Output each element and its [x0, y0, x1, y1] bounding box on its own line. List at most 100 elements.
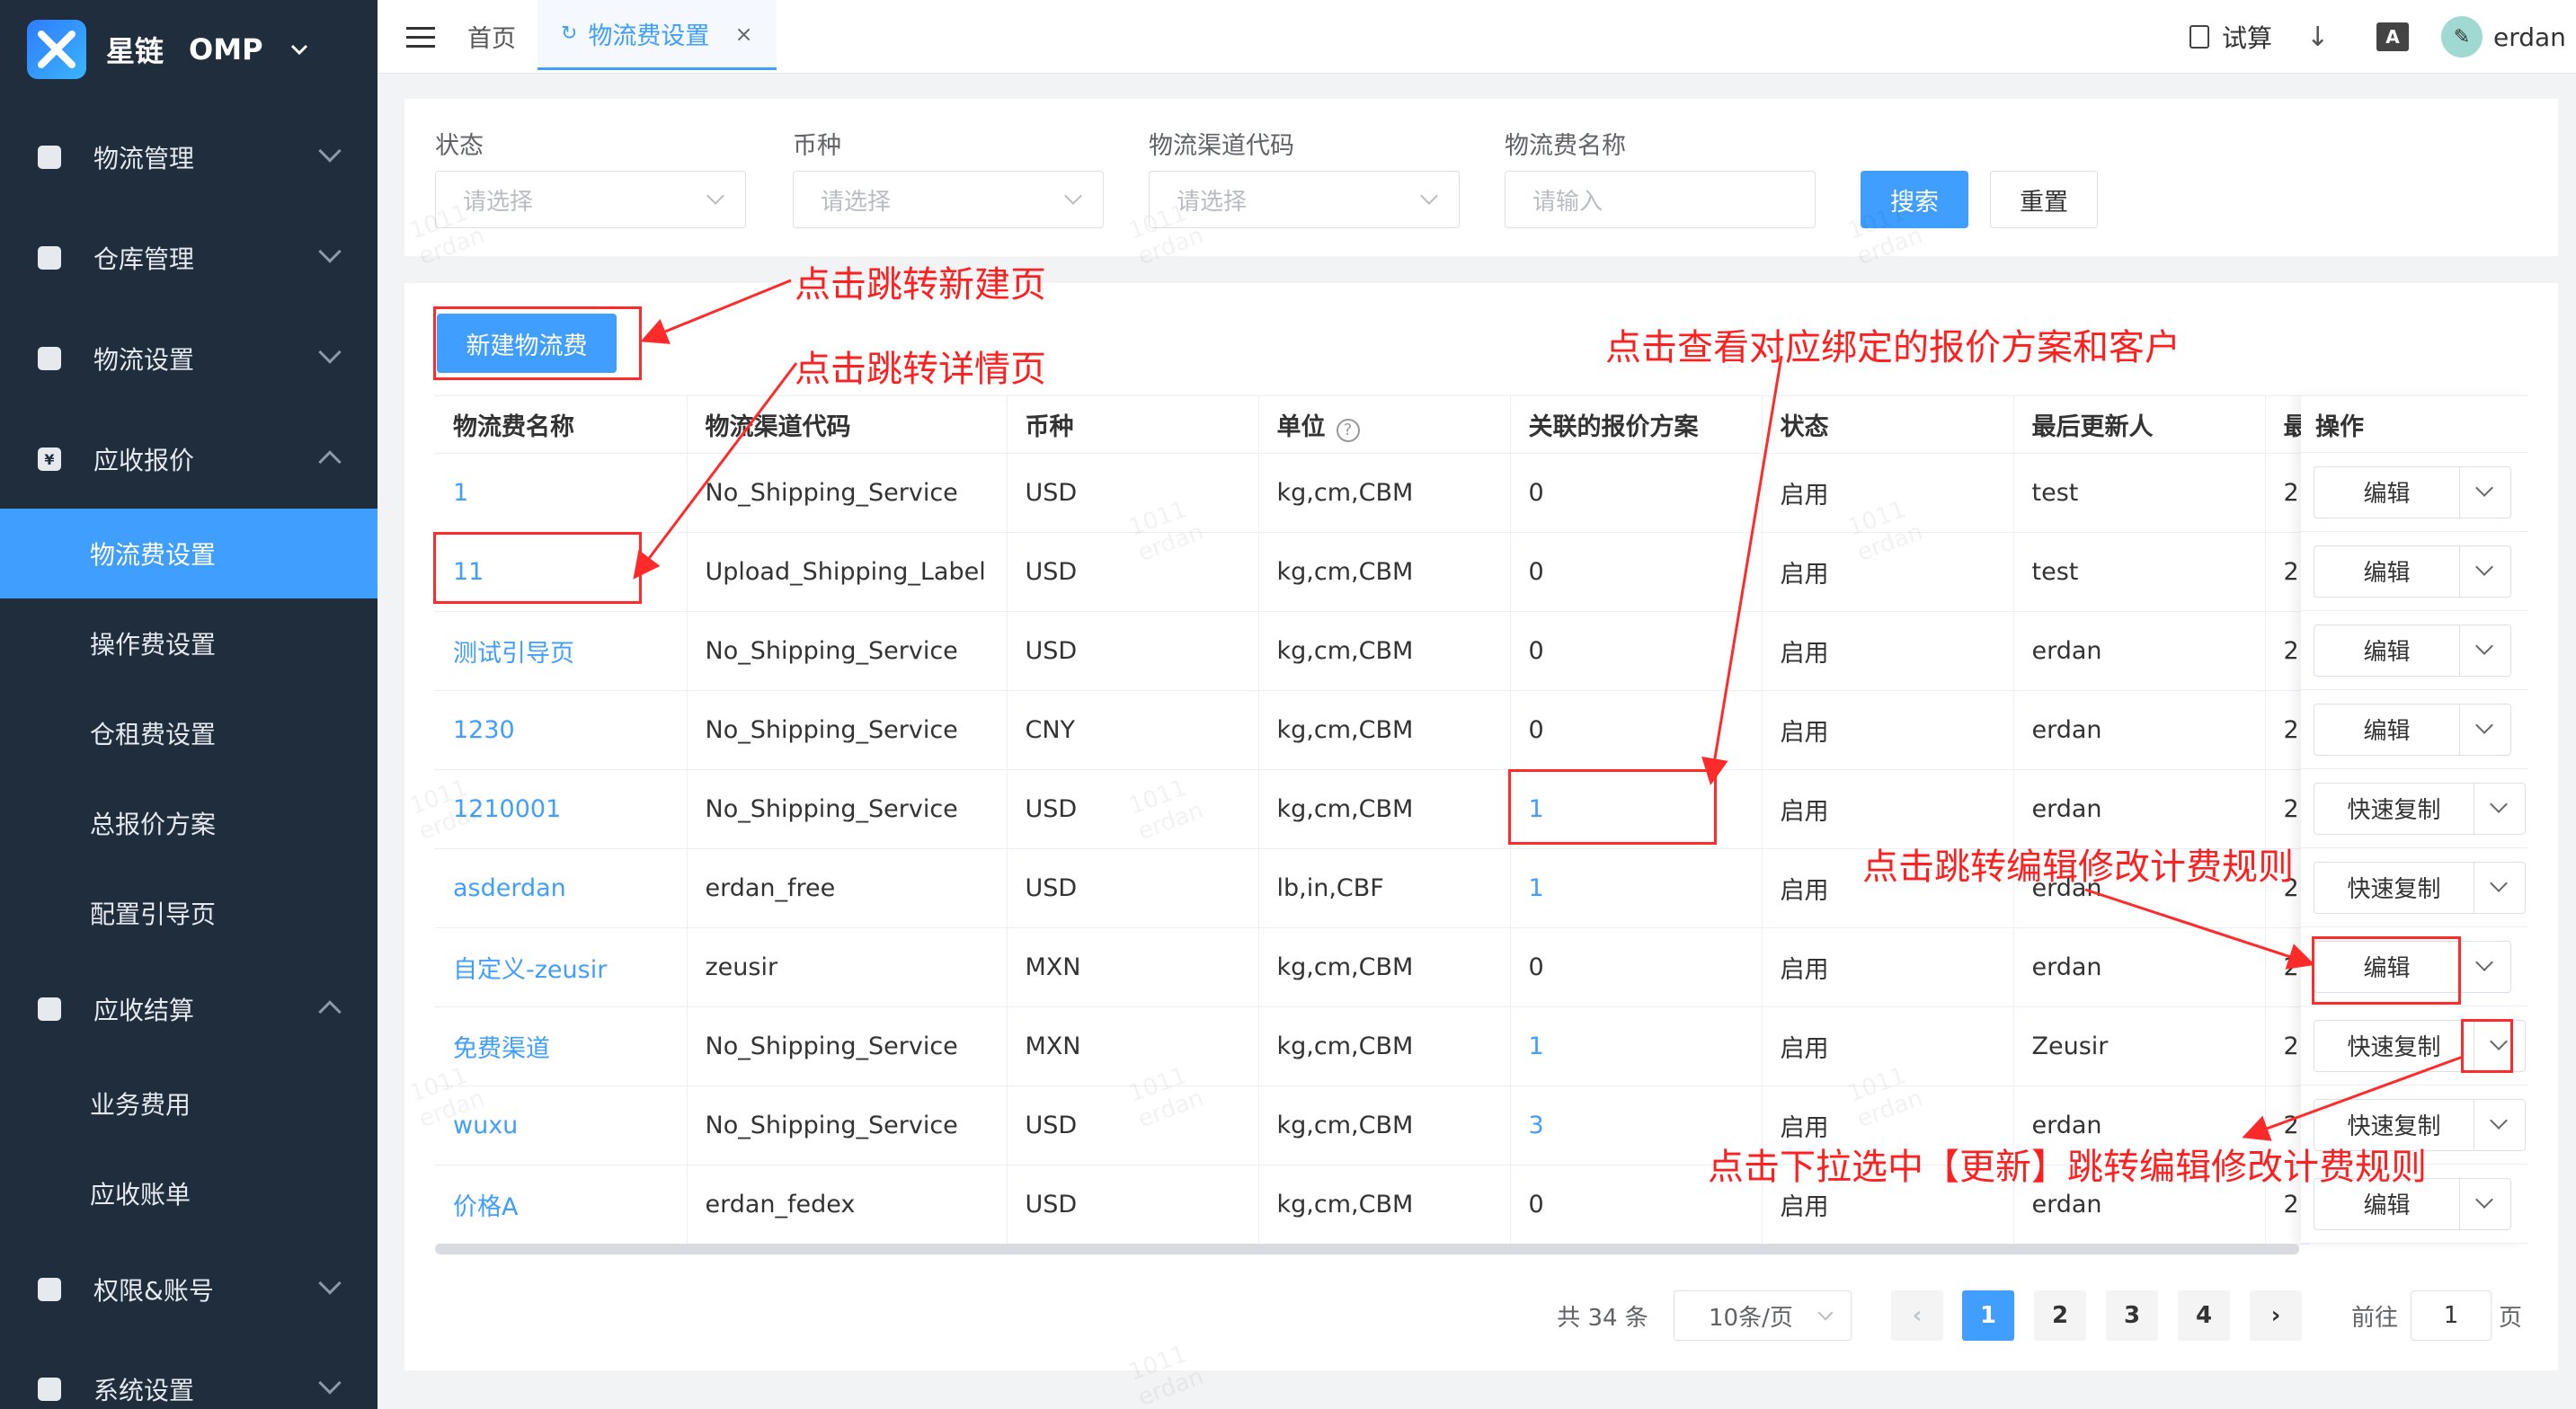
- horizontal-scrollbar[interactable]: [435, 1244, 2299, 1254]
- sidebar-item-logistics-fee[interactable]: 物流费设置: [0, 509, 378, 598]
- action-split-button[interactable]: 编辑: [2314, 545, 2511, 598]
- menu-label: 仓库管理: [93, 244, 195, 274]
- sidebar-item-storage-fee[interactable]: 仓租费设置: [0, 688, 378, 778]
- cell-fee-name[interactable]: 价格A: [435, 1165, 688, 1245]
- page-3-button[interactable]: 3: [2106, 1290, 2158, 1341]
- chevron-down-icon[interactable]: [2460, 942, 2510, 992]
- col-currency[interactable]: 币种: [1007, 395, 1259, 454]
- page-2-button[interactable]: 2: [2034, 1290, 2086, 1341]
- col-plans[interactable]: 关联的报价方案: [1510, 395, 1763, 454]
- annotation-edit-rules: 点击跳转编辑修改计费规则: [1862, 846, 2294, 888]
- close-icon[interactable]: ×: [734, 22, 752, 47]
- fee-name-input[interactable]: 请输入: [1505, 171, 1816, 228]
- menu-logistics[interactable]: 物流管理: [0, 112, 378, 202]
- cell-updater: test: [2013, 532, 2266, 612]
- page-1-button[interactable]: 1: [1962, 1290, 2014, 1341]
- menu-receivable-quote[interactable]: ¥ 应收报价: [0, 414, 378, 504]
- cell-fee-name[interactable]: 1: [435, 453, 688, 533]
- col-updater[interactable]: 最后更新人: [2013, 395, 2266, 454]
- cell-fee-name[interactable]: 测试引导页: [435, 611, 688, 691]
- sidebar-item-receivable-bill[interactable]: 应收账单: [0, 1148, 378, 1238]
- action-button[interactable]: 编辑: [2314, 704, 2460, 755]
- page-suffix: 页: [2498, 1304, 2522, 1332]
- currency-select[interactable]: 请选择: [793, 171, 1104, 228]
- highlight-edit-button: [2312, 936, 2461, 1005]
- action-button[interactable]: 快速复制: [2314, 783, 2474, 834]
- action-button[interactable]: 编辑: [2314, 545, 2460, 597]
- cell-currency: MXN: [1007, 927, 1259, 1007]
- chevron-down-icon: [318, 341, 342, 364]
- sidebar-item-business-fee[interactable]: 业务费用: [0, 1059, 378, 1148]
- col-channel[interactable]: 物流渠道代码: [687, 395, 1008, 454]
- refresh-icon: ↻: [561, 22, 578, 45]
- help-icon[interactable]: ?: [1336, 419, 1360, 442]
- tab-label: 首页: [467, 24, 516, 53]
- action-split-button[interactable]: 快速复制: [2314, 861, 2526, 914]
- cell-currency: CNY: [1007, 690, 1259, 770]
- menu-logistics-settings[interactable]: 物流设置: [0, 314, 378, 403]
- tab-logistics-fee[interactable]: ↻ 物流费设置 ×: [537, 0, 777, 70]
- brand[interactable]: 星链 OMP: [0, 0, 378, 99]
- col-unit[interactable]: 单位?: [1258, 395, 1511, 454]
- sidebar-item-total-plan[interactable]: 总报价方案: [0, 778, 378, 868]
- avatar: ✎: [2441, 16, 2483, 58]
- cell-plans: 0: [1510, 611, 1763, 691]
- prev-page-button[interactable]: ‹: [1891, 1290, 1943, 1341]
- cell-fee-name[interactable]: 自定义-zeusir: [435, 927, 688, 1007]
- action-button[interactable]: 快速复制: [2314, 1020, 2474, 1071]
- tab-home[interactable]: 首页: [467, 0, 516, 72]
- cell-currency: USD: [1007, 1165, 1259, 1245]
- action-button[interactable]: 编辑: [2314, 625, 2460, 676]
- chevron-down-icon[interactable]: [2460, 625, 2510, 676]
- chevron-down-icon[interactable]: [2474, 784, 2525, 834]
- reset-button[interactable]: 重置: [1990, 171, 2098, 228]
- menu-toggle-icon[interactable]: [406, 27, 435, 49]
- sidebar-item-operation-fee[interactable]: 操作费设置: [0, 598, 378, 688]
- menu-warehouse[interactable]: 仓库管理: [0, 213, 378, 303]
- page-size-select[interactable]: 10条/页: [1674, 1290, 1852, 1341]
- cell-unit: kg,cm,CBM: [1258, 769, 1511, 849]
- chevron-down-icon[interactable]: [2474, 863, 2525, 913]
- action-split-button[interactable]: 编辑: [2314, 703, 2511, 756]
- calc-button[interactable]: 试算: [2190, 0, 2272, 74]
- cell-unit: kg,cm,CBM: [1258, 532, 1511, 612]
- cell-unit: kg,cm,CBM: [1258, 927, 1511, 1007]
- chevron-down-icon[interactable]: [2474, 1100, 2525, 1150]
- menu-label: 应收报价: [93, 446, 195, 475]
- action-button[interactable]: 快速复制: [2314, 862, 2474, 913]
- action-split-button[interactable]: 快速复制: [2314, 782, 2526, 835]
- chevron-down-icon[interactable]: [2460, 467, 2510, 518]
- download-icon[interactable]: ↓: [2306, 0, 2329, 74]
- cell-fee-name[interactable]: asderdan: [435, 848, 688, 928]
- action-button[interactable]: 编辑: [2314, 466, 2460, 518]
- chevron-down-icon: [1817, 1305, 1834, 1321]
- sidebar-item-guide-page[interactable]: 配置引导页: [0, 868, 378, 958]
- cell-plans[interactable]: 1: [1510, 848, 1763, 928]
- cell-plans[interactable]: 1: [1510, 1006, 1763, 1086]
- chevron-down-icon[interactable]: [2460, 1179, 2510, 1229]
- col-fee-name[interactable]: 物流费名称: [435, 395, 688, 454]
- goto-page-input[interactable]: 1: [2411, 1290, 2492, 1341]
- ops-cell: 编辑: [2301, 453, 2527, 532]
- table-row: 免费渠道 No_Shipping_Service MXN kg,cm,CBM 1 启用 Ze…: [435, 1006, 2309, 1086]
- menu-permissions[interactable]: 权限&账号: [0, 1245, 378, 1334]
- brand-name: 星链: [106, 34, 164, 68]
- cell-channel: No_Shipping_Service: [687, 453, 1008, 533]
- col-status[interactable]: 状态: [1762, 395, 2014, 454]
- cell-channel: No_Shipping_Service: [687, 1086, 1008, 1165]
- cell-fee-name[interactable]: 1230: [435, 690, 688, 770]
- logistics-fee-table: 物流费名称 物流渠道代码 币种 单位? 关联的报价方案 状态 最后更新人 最 1…: [435, 395, 2309, 1245]
- next-page-button[interactable]: ›: [2250, 1290, 2302, 1341]
- status-select[interactable]: 请选择: [435, 171, 746, 228]
- menu-system-settings[interactable]: 系统设置: [0, 1344, 378, 1409]
- menu-receivable-settle[interactable]: 应收结算: [0, 964, 378, 1054]
- logo-icon: [27, 20, 86, 79]
- shield-icon: [38, 1278, 61, 1301]
- chevron-down-icon[interactable]: [2460, 704, 2510, 755]
- chevron-down-icon[interactable]: [2460, 546, 2510, 597]
- user-menu[interactable]: ✎ erdan: [2441, 0, 2566, 74]
- language-button[interactable]: A: [2376, 0, 2409, 74]
- action-split-button[interactable]: 编辑: [2314, 624, 2511, 677]
- page-4-button[interactable]: 4: [2178, 1290, 2230, 1341]
- action-split-button[interactable]: 编辑: [2314, 465, 2511, 518]
